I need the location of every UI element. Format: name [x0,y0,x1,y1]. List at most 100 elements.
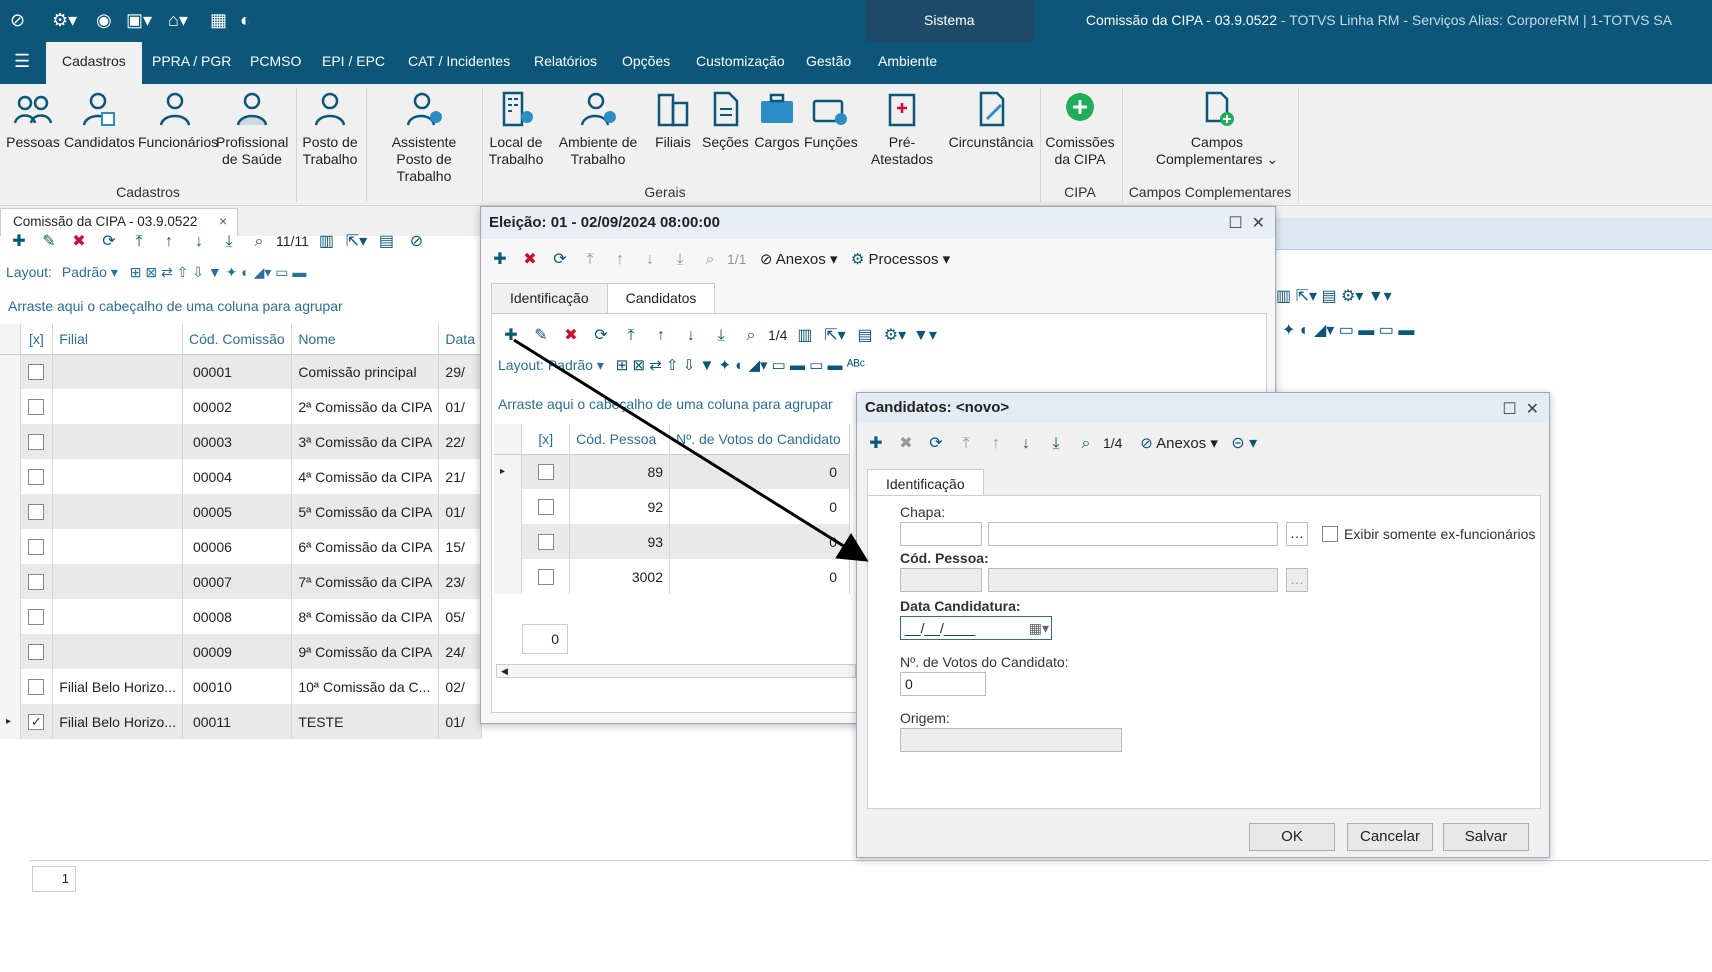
refresh-icon[interactable]: ⟳ [923,430,949,458]
layout-select[interactable]: Padrão ▾ [62,264,118,280]
cod-pessoa-lookup-button[interactable]: … [1286,568,1308,592]
horizontal-scrollbar[interactable]: ◀ [496,664,856,678]
anexos-menu[interactable]: ⊘ Anexos ▾ [1140,435,1218,452]
data-candidatura-input[interactable]: __/__/____ ▦▾ [900,616,1052,640]
row-checkbox[interactable] [28,434,45,451]
edit-icon[interactable]: ✎ [36,229,62,255]
gear-icon[interactable]: ⚙▾ [882,323,908,349]
menu-customizacao[interactable]: Customização [696,42,785,84]
window-icon[interactable]: ▣▾ [126,10,152,31]
table-row[interactable]: ▸ 89 0 [494,454,850,489]
row-checkbox[interactable] [28,714,45,731]
layout-tools-icon[interactable]: ⊞ ⊠ ⇄ ⇧ ⇩ ▼ ✦ ◐ ◢▾ ▭ ▬ ▭ ▬ ᴬᴮᶜ [616,357,865,374]
hamburger-icon[interactable]: ☰ [14,42,30,84]
column-cod-pessoa[interactable]: Cód. Pessoa [569,424,671,455]
up-icon[interactable]: ↑ [156,229,182,255]
down-icon[interactable]: ↓ [1013,430,1039,458]
table-row[interactable]: 00002 2ª Comissão da CIPA 01/ [0,389,482,424]
row-select-cell[interactable] [20,564,54,599]
app-menu-icon[interactable]: ⊘ [10,10,25,31]
table-row[interactable]: 00003 3ª Comissão da CIPA 22/ [0,424,482,459]
context-icon[interactable]: ⚙▾ [52,10,77,31]
menu-opcoes[interactable]: Opções [622,42,670,84]
close-icon[interactable]: ✕ [1252,215,1265,232]
up-icon[interactable]: ↑ [607,246,633,274]
row-checkbox[interactable] [28,399,45,416]
ribbon-cargos[interactable]: Cargos [750,88,804,151]
ribbon-funcionarios[interactable]: Funcionários [138,88,218,151]
up-icon[interactable]: ↑ [648,323,674,349]
row-select-cell[interactable] [20,529,54,564]
row-checkbox[interactable] [28,469,45,486]
column-votos[interactable]: Nº. de Votos do Candidato [669,424,850,455]
cod-pessoa-input[interactable] [900,568,982,592]
layout-select[interactable]: Padrão ▾ [548,357,604,373]
column-nome[interactable]: Nome [291,324,440,355]
row-select-cell[interactable] [20,599,54,634]
menu-ambiente[interactable]: Ambiente [878,42,937,84]
column-select[interactable]: [x] [521,424,571,455]
ribbon-preatestados[interactable]: Pré-Atestados [858,88,946,168]
row-checkbox[interactable] [537,499,554,516]
table-row[interactable]: 00006 6ª Comissão da CIPA 15/ [0,529,482,564]
ribbon-comissoes[interactable]: Comissões da CIPA [1044,88,1116,168]
last-icon[interactable]: ⤓ [1043,430,1069,458]
ribbon-pessoas[interactable]: Pessoas [6,88,60,151]
anexos-menu[interactable]: ⊘ Anexos ▾ [760,251,838,268]
down-icon[interactable]: ↓ [678,323,704,349]
ex-funcionarios-checkbox[interactable] [1322,526,1338,542]
add-icon[interactable]: ✚ [487,246,513,274]
row-select-cell[interactable] [521,489,571,524]
view-icon[interactable]: ◉ [96,10,112,31]
calendar-icon[interactable]: ▦▾ [1029,617,1049,639]
add-icon[interactable]: ✚ [498,323,524,349]
row-checkbox[interactable] [537,534,554,551]
last-icon[interactable]: ⤓ [708,323,734,349]
search-icon[interactable]: ⌕ [1073,430,1099,458]
last-icon[interactable]: ⤓ [667,246,693,274]
row-select-cell[interactable] [20,704,54,739]
column-select[interactable]: [x] [20,324,54,355]
row-checkbox[interactable] [28,539,45,556]
menu-cat[interactable]: CAT / Incidentes [408,42,510,84]
ribbon-posto[interactable]: Posto de Trabalho [300,88,360,168]
up-icon[interactable]: ↑ [983,430,1009,458]
ribbon-ambiente[interactable]: Ambiente de Trabalho [556,88,640,168]
ribbon-candidatos[interactable]: Candidatos [64,88,135,151]
maximize-icon[interactable]: ☐ [1502,401,1516,418]
row-select-cell[interactable] [20,389,54,424]
export-icon[interactable]: ⇱▾ [822,323,848,349]
options-icon[interactable]: ⊝ ▾ [1231,435,1257,452]
home-icon[interactable]: ⌂▾ [168,10,188,31]
add-icon[interactable]: ✚ [6,229,32,255]
processos-menu[interactable]: ⚙ Processos ▾ [851,251,950,268]
search-icon[interactable]: ⌕ [246,229,272,255]
table-row[interactable]: 00005 5ª Comissão da CIPA 01/ [0,494,482,529]
row-select-cell[interactable] [20,669,54,704]
export-icon[interactable]: ⇱▾ [343,229,369,255]
delete-icon[interactable]: ✖ [558,323,584,349]
menu-cadastros[interactable]: Cadastros [46,42,142,84]
row-select-cell[interactable] [20,634,54,669]
columns-icon[interactable]: ▥ [313,229,339,255]
tab-identificacao[interactable]: Identificação [491,283,608,313]
votos-input[interactable]: 0 [900,672,986,696]
chapa-name-input[interactable] [988,522,1278,546]
table-row[interactable]: Filial Belo Horizo... 00010 10ª Comissão… [0,669,482,704]
menu-gestao[interactable]: Gestão [806,42,851,84]
chapa-lookup-button[interactable]: … [1286,522,1308,546]
add-icon[interactable]: ✚ [863,430,889,458]
table-row[interactable]: 00004 4ª Comissão da CIPA 21/ [0,459,482,494]
delete-icon[interactable]: ✖ [66,229,92,255]
row-checkbox[interactable] [28,644,45,661]
row-select-cell[interactable] [20,459,54,494]
row-checkbox[interactable] [28,609,45,626]
row-checkbox[interactable] [537,569,554,586]
row-select-cell[interactable] [521,524,571,559]
table-row[interactable]: 3002 0 [494,559,850,594]
refresh-icon[interactable]: ⟳ [96,229,122,255]
column-data[interactable]: Data [438,324,482,355]
chapa-input[interactable] [900,522,982,546]
delete-icon[interactable]: ✖ [517,246,543,274]
close-icon[interactable]: ✕ [1526,401,1539,418]
